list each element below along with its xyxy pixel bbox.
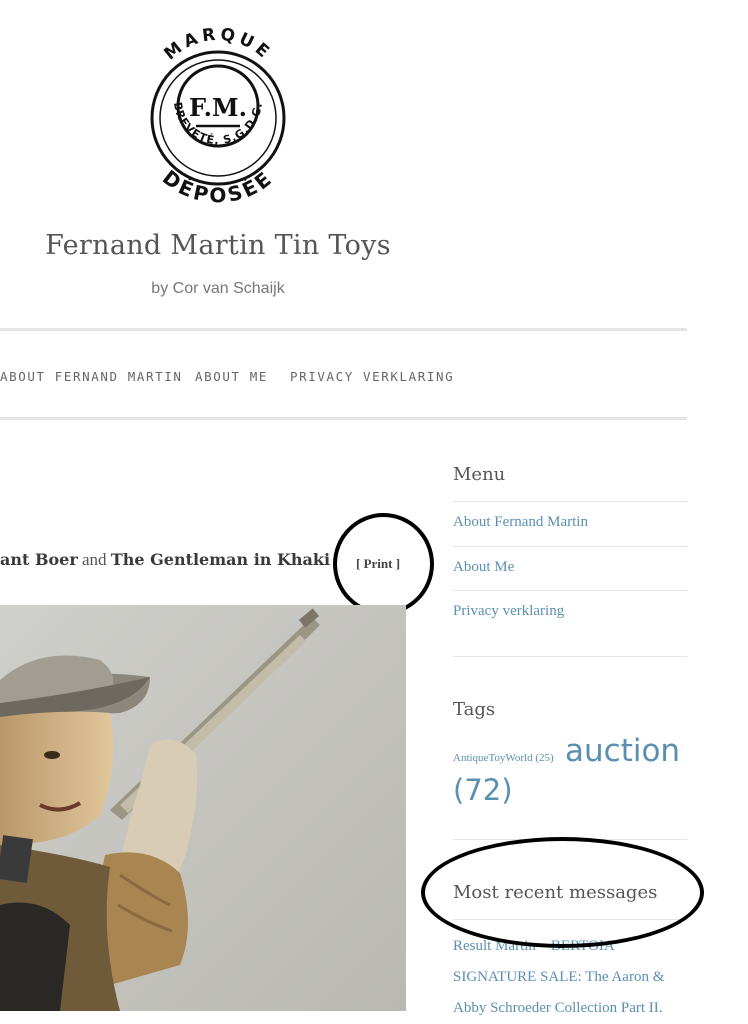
divider xyxy=(453,590,687,591)
sidebar-link-about-me[interactable]: About Me xyxy=(453,559,514,576)
post-title-connector: and xyxy=(82,550,107,569)
divider xyxy=(453,546,687,547)
tags-widget-title: Tags xyxy=(453,699,496,720)
divider xyxy=(453,501,687,502)
tag-antiquetoyworld[interactable]: AntiqueToyWorld (25) xyxy=(453,752,554,764)
tag-name: AntiqueToyWorld xyxy=(453,752,533,764)
site-title[interactable]: Fernand Martin Tin Toys xyxy=(0,230,436,261)
menu-widget-title: Menu xyxy=(453,464,506,485)
post-title-line: ant Boer and The Gentleman in Khaki xyxy=(0,550,330,570)
print-annotation-circle xyxy=(333,513,434,615)
nav-item-about-fernand-martin[interactable]: About Fernand Martin xyxy=(0,369,183,384)
tag-auction-count[interactable]: (72) xyxy=(453,773,513,807)
post-title-left: ant Boer xyxy=(0,550,78,569)
recent-annotation-ellipse xyxy=(421,837,704,948)
tag-count: (25) xyxy=(535,752,554,764)
main-navigation: About Fernand Martin About Me Privacy ve… xyxy=(0,328,687,420)
sidebar-link-about-fernand-martin[interactable]: About Fernand Martin xyxy=(453,514,588,531)
post-title-right: The Gentleman in Khaki xyxy=(110,550,331,569)
site-logo[interactable]: MARQUE F.M. BREVETÉ, S.G.D.G. DÉPOSÉE xyxy=(136,22,299,220)
tag-auction[interactable]: auction xyxy=(565,733,680,769)
nav-item-privacy[interactable]: Privacy verklaring xyxy=(290,369,454,384)
divider xyxy=(453,656,687,657)
site-byline: by Cor van Schaijk xyxy=(151,280,285,297)
nav-item-about-me[interactable]: About Me xyxy=(195,369,268,384)
logo-center-text: F.M. xyxy=(189,93,247,122)
sidebar-link-privacy[interactable]: Privacy verklaring xyxy=(453,603,564,620)
post-photo[interactable] xyxy=(0,605,406,1011)
